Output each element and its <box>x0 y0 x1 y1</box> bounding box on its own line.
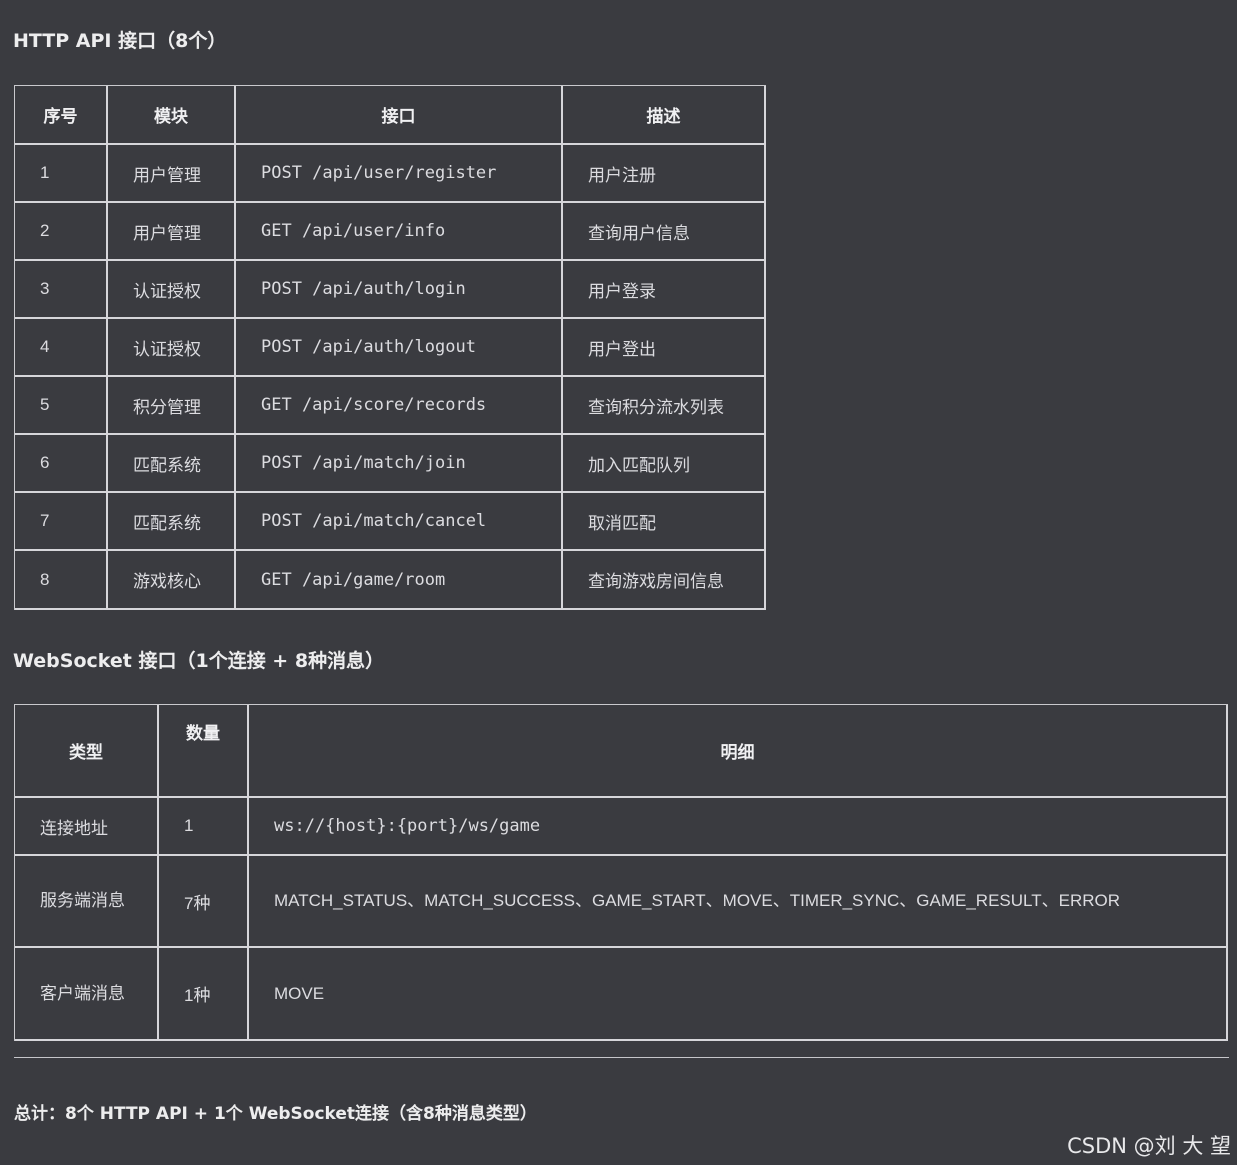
cell-desc: 用户注册 <box>563 145 766 203</box>
cell-desc: 查询用户信息 <box>563 203 766 261</box>
cell-no: 1 <box>15 145 108 203</box>
ws-section-heading: WebSocket 接口（1个连接 + 8种消息） <box>13 650 385 672</box>
cell-module: 积分管理 <box>108 377 236 435</box>
cell-endpoint: GET /api/game/room <box>236 551 563 610</box>
table-row: 6 匹配系统 POST /api/match/join 加入匹配队列 <box>15 435 766 493</box>
cell-desc: 加入匹配队列 <box>563 435 766 493</box>
cell-no: 2 <box>15 203 108 261</box>
csdn-watermark: CSDN @刘 大 望 <box>1067 1134 1231 1158</box>
cell-module: 用户管理 <box>108 203 236 261</box>
cell-type: 连接地址 <box>15 798 159 856</box>
summary-text: 总计：8个 HTTP API + 1个 WebSocket连接（含8种消息类型） <box>14 1104 537 1124</box>
http-section-heading: HTTP API 接口（8个） <box>13 30 227 52</box>
cell-no: 3 <box>15 261 108 319</box>
cell-count: 1种 <box>159 948 249 1041</box>
cell-module: 用户管理 <box>108 145 236 203</box>
cell-type: 客户端消息 <box>15 948 159 1041</box>
cell-no: 7 <box>15 493 108 551</box>
cell-no: 5 <box>15 377 108 435</box>
websocket-table: 类型 数量 明细 连接地址 1 ws://{host}:{port}/ws/ga… <box>14 704 1228 1041</box>
table-row: 8 游戏核心 GET /api/game/room 查询游戏房间信息 <box>15 551 766 610</box>
cell-desc: 查询积分流水列表 <box>563 377 766 435</box>
table-row: 5 积分管理 GET /api/score/records 查询积分流水列表 <box>15 377 766 435</box>
cell-module: 认证授权 <box>108 261 236 319</box>
cell-endpoint: POST /api/auth/logout <box>236 319 563 377</box>
cell-count: 1 <box>159 798 249 856</box>
cell-desc: 取消匹配 <box>563 493 766 551</box>
table-row: 服务端消息 7种 MATCH_STATUS、MATCH_SUCCESS、GAME… <box>15 856 1228 948</box>
table-row: 客户端消息 1种 MOVE <box>15 948 1228 1041</box>
header-no: 序号 <box>15 86 108 145</box>
cell-no: 4 <box>15 319 108 377</box>
cell-endpoint: GET /api/user/info <box>236 203 563 261</box>
table-row: 3 认证授权 POST /api/auth/login 用户登录 <box>15 261 766 319</box>
cell-endpoint: POST /api/auth/login <box>236 261 563 319</box>
table-row: 1 用户管理 POST /api/user/register 用户注册 <box>15 145 766 203</box>
cell-desc: 查询游戏房间信息 <box>563 551 766 610</box>
cell-no: 8 <box>15 551 108 610</box>
cell-detail: ws://{host}:{port}/ws/game <box>249 798 1228 856</box>
cell-module: 游戏核心 <box>108 551 236 610</box>
header-module: 模块 <box>108 86 236 145</box>
cell-module: 匹配系统 <box>108 493 236 551</box>
http-api-table: 序号 模块 接口 描述 1 用户管理 POST /api/user/regist… <box>14 85 766 610</box>
cell-detail: MOVE <box>249 948 1228 1041</box>
cell-endpoint: POST /api/match/join <box>236 435 563 493</box>
cell-desc: 用户登录 <box>563 261 766 319</box>
header-desc: 描述 <box>563 86 766 145</box>
table-row: 4 认证授权 POST /api/auth/logout 用户登出 <box>15 319 766 377</box>
cell-type: 服务端消息 <box>15 856 159 948</box>
cell-detail: MATCH_STATUS、MATCH_SUCCESS、GAME_START、MO… <box>249 856 1228 948</box>
cell-endpoint: POST /api/user/register <box>236 145 563 203</box>
header-type: 类型 <box>15 705 159 798</box>
cell-module: 匹配系统 <box>108 435 236 493</box>
cell-endpoint: GET /api/score/records <box>236 377 563 435</box>
header-count: 数量 <box>159 705 249 798</box>
cell-endpoint: POST /api/match/cancel <box>236 493 563 551</box>
cell-module: 认证授权 <box>108 319 236 377</box>
cell-count: 7种 <box>159 856 249 948</box>
cell-no: 6 <box>15 435 108 493</box>
section-divider <box>14 1057 1229 1058</box>
table-row: 2 用户管理 GET /api/user/info 查询用户信息 <box>15 203 766 261</box>
table-row: 连接地址 1 ws://{host}:{port}/ws/game <box>15 798 1228 856</box>
header-endpoint: 接口 <box>236 86 563 145</box>
cell-desc: 用户登出 <box>563 319 766 377</box>
table-row: 7 匹配系统 POST /api/match/cancel 取消匹配 <box>15 493 766 551</box>
header-detail: 明细 <box>249 705 1228 798</box>
